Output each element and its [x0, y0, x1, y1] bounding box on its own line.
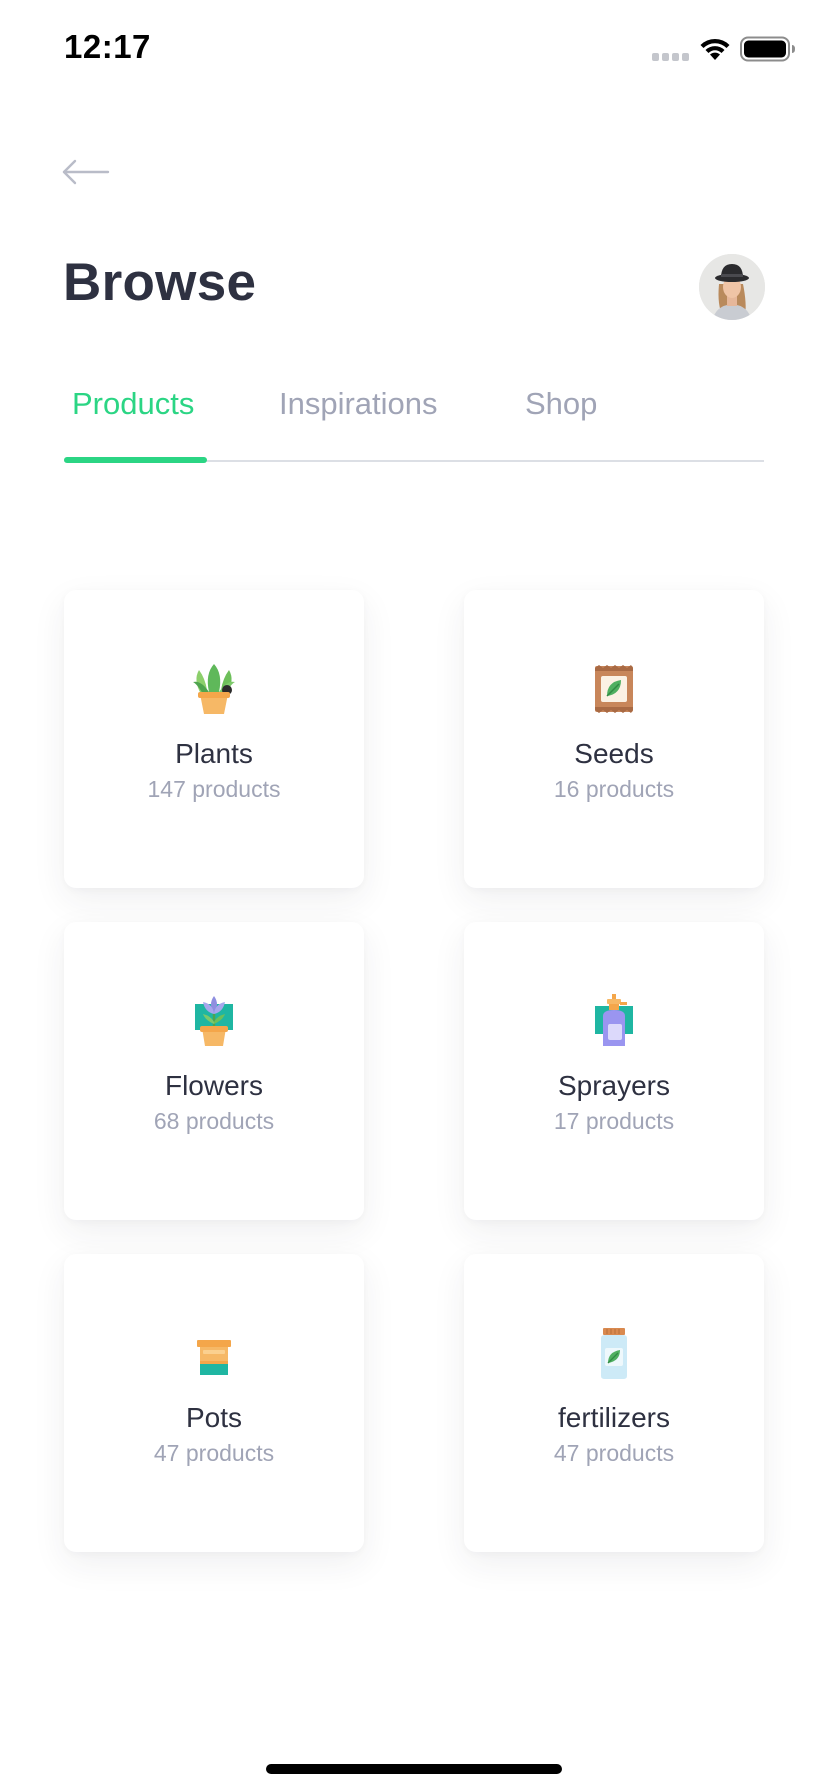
category-count: 147 products [147, 776, 281, 802]
category-name: fertilizers [557, 1402, 670, 1433]
category-name: Sprayers [557, 1070, 671, 1101]
sprayer-bottle-icon [595, 994, 633, 1046]
fertilizer-jar-icon [601, 1328, 627, 1379]
page-title: Browse [63, 253, 257, 312]
category-count: 68 products [153, 1108, 275, 1134]
back-arrow-icon[interactable] [60, 150, 112, 194]
tab-shop[interactable]: Shop [525, 386, 597, 422]
tab-bar: Products Inspirations Shop [64, 372, 764, 463]
pot-icon [197, 1340, 231, 1375]
flower-pot-icon [195, 996, 233, 1046]
avatar[interactable] [699, 254, 765, 320]
category-card-fertilizers[interactable]: fertilizers 47 products [464, 1254, 764, 1552]
category-name: Flowers [164, 1070, 263, 1101]
tab-products[interactable]: Products [72, 386, 194, 422]
avatar-photo-icon [699, 254, 765, 320]
potted-plant-icon [193, 664, 235, 714]
category-card-plants[interactable]: Plants 147 products [64, 590, 364, 888]
category-count: 47 products [553, 1440, 675, 1466]
signal-dots-icon [652, 53, 689, 61]
status-time: 12:17 [64, 28, 151, 65]
active-tab-indicator [64, 457, 207, 463]
category-card-seeds[interactable]: Seeds 16 products [464, 590, 764, 888]
wifi-icon [700, 38, 730, 60]
battery-icon [740, 36, 795, 62]
category-name: Plants [175, 738, 253, 769]
home-indicator[interactable] [266, 1764, 562, 1774]
category-card-pots[interactable]: Pots 47 products [64, 1254, 364, 1552]
category-card-flowers[interactable]: Flowers 68 products [64, 922, 364, 1220]
tab-inspirations[interactable]: Inspirations [279, 386, 438, 422]
status-bar: 12:17 [0, 0, 828, 100]
category-count: 16 products [553, 776, 675, 802]
category-name: Seeds [574, 738, 654, 769]
category-count: 17 products [553, 1108, 675, 1134]
category-count: 47 products [153, 1440, 275, 1466]
category-name: Pots [185, 1402, 243, 1433]
category-card-sprayers[interactable]: Sprayers 17 products [464, 922, 764, 1220]
seed-packet-icon [595, 665, 633, 713]
